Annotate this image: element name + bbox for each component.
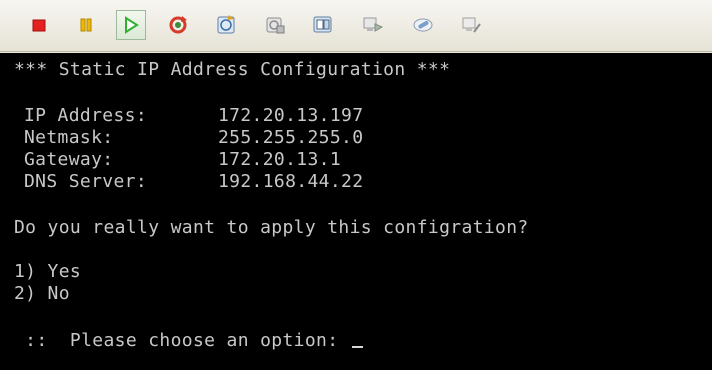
console-title: *** Static IP Address Configuration ***: [14, 59, 451, 80]
network-disconnect-icon: [462, 17, 481, 33]
reset-button[interactable]: [163, 10, 193, 40]
netmask-label: Netmask:: [24, 127, 114, 148]
gateway-label: Gateway:: [24, 149, 114, 170]
gateway-value: 172.20.13.1: [218, 149, 342, 170]
tools-button[interactable]: [408, 10, 438, 40]
stop-icon: [32, 19, 46, 32]
option-no[interactable]: 2) No: [14, 283, 70, 305]
snapshot-icon: [217, 15, 235, 34]
dns-server-label: DNS Server:: [24, 171, 148, 192]
revert-snapshot-icon: [266, 17, 285, 34]
vm-toolbar: [0, 0, 712, 52]
option-yes[interactable]: 1) Yes: [14, 261, 81, 283]
snapshot-button[interactable]: [211, 10, 241, 40]
snapshot-manager-icon: [313, 16, 332, 33]
reset-icon: [169, 16, 187, 34]
tools-icon: [413, 18, 433, 32]
netmask-value: 255.255.255.0: [218, 127, 364, 148]
network-connect-icon: [363, 17, 383, 32]
confirmation-question: Do you really want to apply this configr…: [14, 217, 529, 238]
disconnect-button[interactable]: [456, 10, 486, 40]
connect-button[interactable]: [357, 10, 387, 40]
ip-address-label: IP Address:: [24, 105, 148, 126]
revert-snapshot-button[interactable]: [260, 10, 290, 40]
play-button[interactable]: [116, 10, 146, 40]
play-icon: [125, 16, 139, 34]
prompt-text: :: Please choose an option:: [14, 330, 350, 351]
text-cursor: [351, 346, 363, 348]
pause-button[interactable]: [71, 10, 101, 40]
ip-address-value: 172.20.13.197: [218, 105, 364, 126]
option-prompt[interactable]: :: Please choose an option:: [14, 330, 363, 352]
pause-icon: [80, 18, 92, 32]
console-screen[interactable]: *** Static IP Address Configuration *** …: [0, 53, 712, 370]
stop-button[interactable]: [24, 10, 54, 40]
snapshot-manager-button[interactable]: [308, 10, 338, 40]
dns-server-value: 192.168.44.22: [218, 171, 364, 192]
